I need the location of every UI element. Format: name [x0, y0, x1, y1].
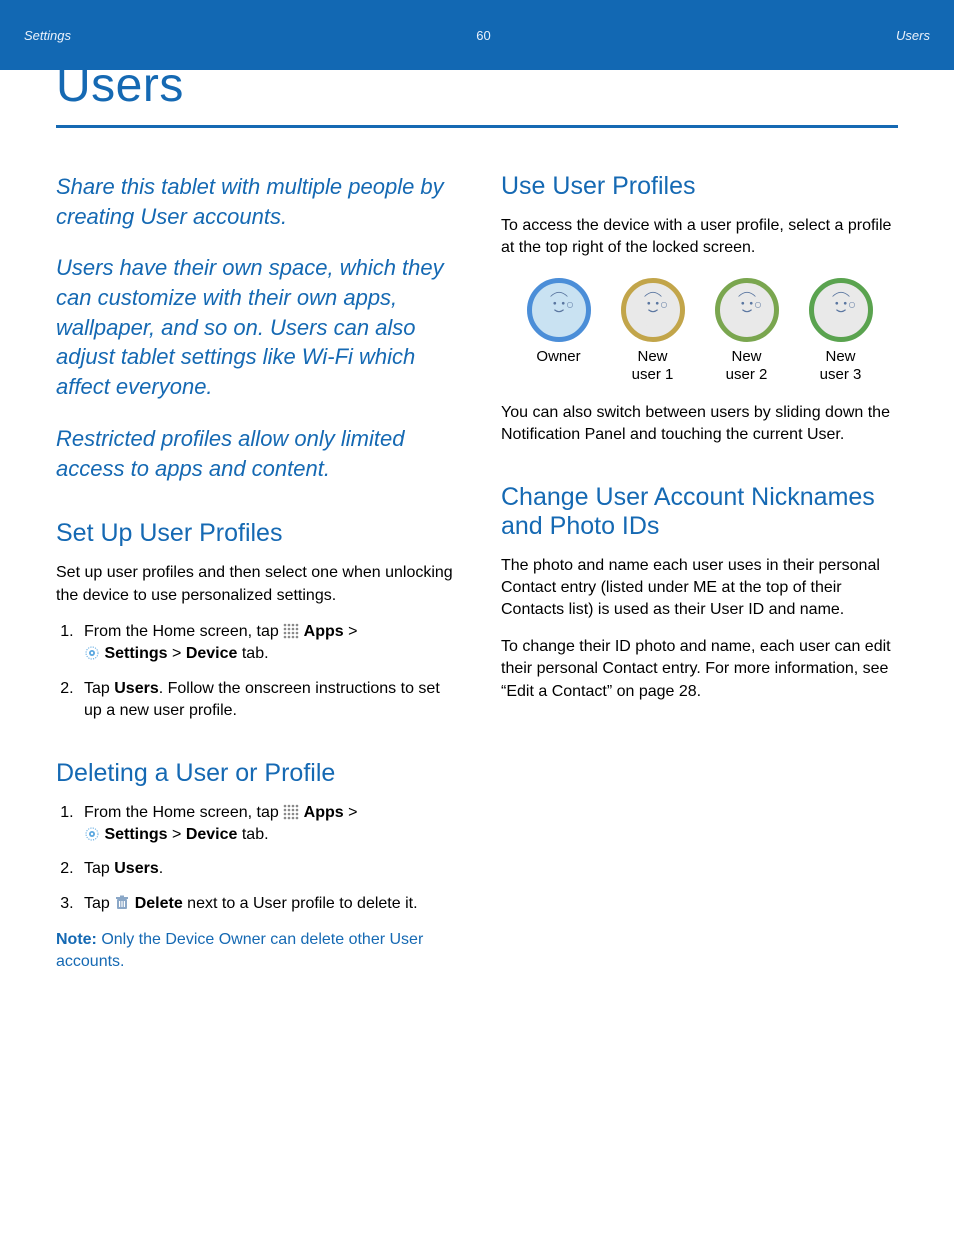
- profile-label: Newuser 3: [800, 348, 882, 384]
- text: Tap: [84, 860, 114, 877]
- change-p2: To change their ID photo and name, each …: [501, 636, 898, 703]
- intro-para-1: Share this tablet with multiple people b…: [56, 172, 453, 231]
- trash-icon: [114, 895, 130, 911]
- device-label: Device: [186, 645, 238, 662]
- intro-para-2: Users have their own space, which they c…: [56, 253, 453, 401]
- heading-setup: Set Up User Profiles: [56, 519, 453, 548]
- apps-grid-icon: [283, 804, 299, 820]
- intro-block: Share this tablet with multiple people b…: [56, 172, 453, 483]
- use-p1: To access the device with a user profile…: [501, 215, 898, 260]
- settings-label: Settings: [104, 645, 167, 662]
- avatar-icon: [527, 278, 591, 342]
- settings-gear-icon: [84, 645, 100, 661]
- text: >: [344, 804, 358, 821]
- apps-grid-icon: [283, 623, 299, 639]
- footer-right: Users: [896, 28, 930, 43]
- heading-use: Use User Profiles: [501, 172, 898, 201]
- text: Tap: [84, 895, 114, 912]
- profile-label: Newuser 2: [706, 348, 788, 384]
- setup-steps: From the Home screen, tap Apps > Se: [56, 621, 453, 723]
- delete-steps: From the Home screen, tap Apps > Se: [56, 802, 453, 916]
- page-footer: Settings 60 Users: [0, 0, 954, 70]
- use-p2: You can also switch between users by sli…: [501, 402, 898, 447]
- apps-label: Apps: [304, 804, 344, 821]
- avatar-icon: [715, 278, 779, 342]
- text: tab.: [237, 826, 268, 843]
- left-column: Share this tablet with multiple people b…: [56, 172, 453, 988]
- delete-label: Delete: [135, 895, 183, 912]
- text: From the Home screen, tap: [84, 623, 283, 640]
- delete-step-2: Tap Users.: [78, 858, 453, 880]
- text: >: [344, 623, 358, 640]
- avatar-icon: [621, 278, 685, 342]
- text: Tap: [84, 680, 114, 697]
- users-label: Users: [114, 680, 158, 697]
- intro-para-3: Restricted profiles allow only limited a…: [56, 424, 453, 483]
- users-label: Users: [114, 860, 158, 877]
- text: From the Home screen, tap: [84, 804, 283, 821]
- settings-gear-icon: [84, 826, 100, 842]
- heading-delete: Deleting a User or Profile: [56, 759, 453, 788]
- note-label: Note:: [56, 931, 97, 948]
- title-rule: [56, 125, 898, 128]
- text: .: [159, 860, 163, 877]
- text: >: [168, 826, 186, 843]
- footer-page-number: 60: [476, 28, 490, 43]
- delete-note: Note: Only the Device Owner can delete o…: [56, 929, 453, 974]
- profile-row: Owner Newuser 1 Newuser 2 Newuser 3: [501, 278, 898, 384]
- text: tab.: [237, 645, 268, 662]
- profile-label: Newuser 1: [612, 348, 694, 384]
- note-text: Only the Device Owner can delete other U…: [56, 931, 423, 970]
- heading-change: Change User Account Nicknames and Photo …: [501, 483, 898, 541]
- right-column: Use User Profiles To access the device w…: [501, 172, 898, 988]
- setup-step-2: Tap Users. Follow the onscreen instructi…: [78, 678, 453, 723]
- delete-step-1: From the Home screen, tap Apps > Se: [78, 802, 453, 847]
- profile-2: Newuser 2: [706, 278, 788, 384]
- change-p1: The photo and name each user uses in the…: [501, 555, 898, 622]
- apps-label: Apps: [304, 623, 344, 640]
- text: >: [168, 645, 186, 662]
- text: next to a User profile to delete it.: [183, 895, 418, 912]
- settings-label: Settings: [104, 826, 167, 843]
- profile-3: Newuser 3: [800, 278, 882, 384]
- profile-1: Newuser 1: [612, 278, 694, 384]
- profile-0: Owner: [518, 278, 600, 384]
- setup-step-1: From the Home screen, tap Apps > Se: [78, 621, 453, 666]
- delete-step-3: Tap Delete next to a User profile to del…: [78, 893, 453, 915]
- avatar-icon: [809, 278, 873, 342]
- footer-left: Settings: [24, 28, 71, 43]
- setup-lead: Set up user profiles and then select one…: [56, 562, 453, 607]
- device-label: Device: [186, 826, 238, 843]
- profile-label: Owner: [518, 348, 600, 366]
